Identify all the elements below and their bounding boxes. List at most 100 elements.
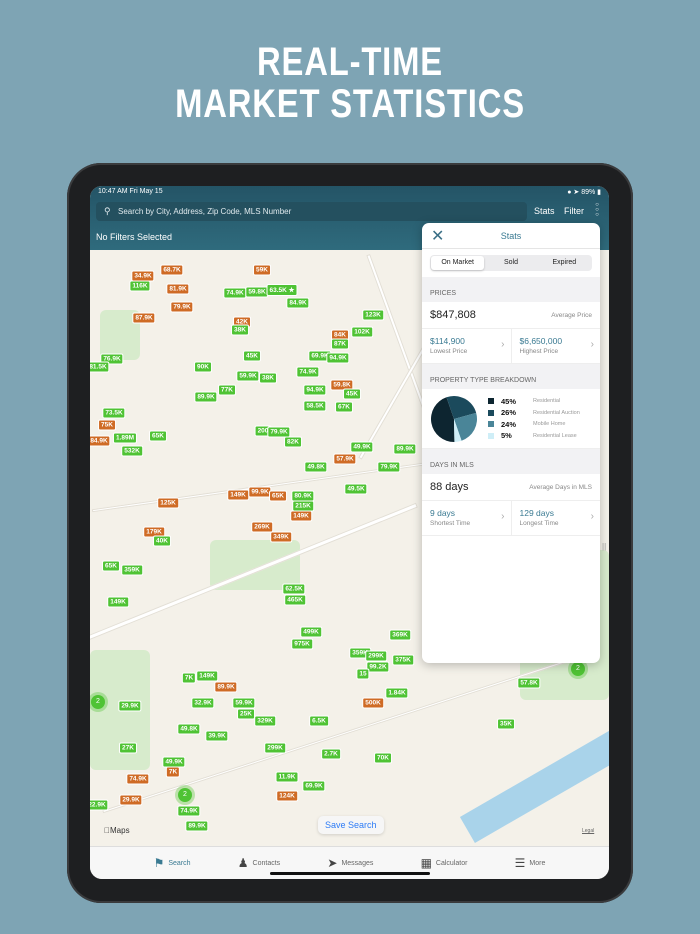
- listing-price-marker[interactable]: 73.5K: [102, 407, 126, 419]
- listing-price-marker[interactable]: 349K: [270, 531, 292, 543]
- listing-price-marker[interactable]: 89.9K: [214, 681, 238, 693]
- listing-price-marker[interactable]: 59.9K: [236, 370, 260, 382]
- listing-price-marker[interactable]: 465K: [284, 594, 306, 606]
- listing-price-marker[interactable]: 87.9K: [132, 312, 156, 324]
- listing-price-marker[interactable]: 89.9K: [185, 820, 209, 832]
- listing-price-marker[interactable]: 49.5K: [344, 483, 368, 495]
- listing-price-marker[interactable]: 49.9K: [350, 441, 374, 453]
- listing-price-marker[interactable]: 81.9K: [166, 283, 190, 295]
- listing-price-marker[interactable]: 975K: [291, 638, 313, 650]
- listing-price-marker[interactable]: 359K: [121, 564, 143, 576]
- listing-price-marker[interactable]: 6.5K: [309, 715, 329, 727]
- legal-link[interactable]: Legal: [582, 828, 594, 834]
- more-options-icon[interactable]: ○ ○ ○: [594, 202, 600, 218]
- listing-price-marker[interactable]: 7K: [165, 766, 181, 778]
- listing-price-marker[interactable]: 49.8K: [177, 723, 201, 735]
- listing-price-marker[interactable]: 74.9K: [223, 287, 247, 299]
- shortest-time-cell[interactable]: 9 days Shortest Time ›: [422, 501, 511, 535]
- listing-price-marker[interactable]: 116K: [129, 280, 151, 292]
- listing-price-marker[interactable]: 84.9K: [286, 297, 310, 309]
- listing-price-marker[interactable]: 149K: [290, 510, 312, 522]
- listing-price-marker[interactable]: 69.9K: [302, 780, 326, 792]
- listing-price-marker[interactable]: 65K: [269, 490, 287, 502]
- listing-price-marker[interactable]: 32.9K: [191, 697, 215, 709]
- listing-price-marker[interactable]: 94.9K: [303, 384, 327, 396]
- listing-price-marker[interactable]: 67K: [335, 401, 353, 413]
- listing-price-marker[interactable]: 65K: [149, 430, 167, 442]
- tab-calculator[interactable]: ▦ Calculator: [421, 856, 468, 870]
- listing-price-marker[interactable]: 59.8K: [245, 286, 269, 298]
- listing-price-marker[interactable]: 1.89M: [112, 432, 138, 444]
- highest-price-cell[interactable]: $6,650,000 Highest Price ›: [510, 329, 601, 363]
- listing-price-marker[interactable]: 99.2K: [366, 661, 390, 673]
- listing-price-marker[interactable]: 62.5K: [282, 583, 306, 595]
- split-view-handle[interactable]: ||: [602, 542, 606, 551]
- listing-price-marker[interactable]: 375K: [392, 654, 414, 666]
- listing-price-marker[interactable]: 15: [356, 668, 370, 680]
- listing-price-marker[interactable]: 38K: [231, 324, 249, 336]
- listing-price-marker[interactable]: 79.9K: [377, 461, 401, 473]
- filter-button[interactable]: Filter: [564, 206, 584, 216]
- listing-price-marker[interactable]: 1.84K: [385, 687, 409, 699]
- listing-price-marker[interactable]: 45K: [243, 350, 261, 362]
- segment-expired[interactable]: Expired: [538, 256, 591, 270]
- listing-price-marker[interactable]: 79.9K: [170, 301, 194, 313]
- listing-price-marker[interactable]: 89.9K: [194, 391, 218, 403]
- listing-price-marker[interactable]: 75K: [98, 419, 116, 431]
- listing-price-marker[interactable]: 57.8K: [517, 677, 541, 689]
- listing-price-marker[interactable]: 7K: [181, 672, 197, 684]
- search-input[interactable]: ⚲ Search by City, Address, Zip Code, MLS…: [96, 202, 527, 221]
- tab-more[interactable]: ☰ More: [515, 856, 546, 870]
- listing-price-marker[interactable]: 500K: [362, 697, 384, 709]
- listing-price-marker[interactable]: 74.9K: [126, 773, 150, 785]
- listing-price-marker[interactable]: 81.5K: [90, 361, 110, 373]
- lowest-price-cell[interactable]: $114,900 Lowest Price ›: [422, 329, 511, 363]
- listing-price-marker[interactable]: 11.9K: [275, 771, 299, 783]
- tab-contacts[interactable]: ♟ Contacts: [238, 856, 280, 870]
- listing-price-marker[interactable]: 59.9K: [232, 697, 256, 709]
- listing-price-marker[interactable]: 89.9K: [393, 443, 417, 455]
- listing-price-marker[interactable]: 87K: [331, 338, 349, 350]
- listing-price-marker[interactable]: 299K: [264, 742, 286, 754]
- listing-price-marker[interactable]: 532K: [121, 445, 143, 457]
- listing-price-marker[interactable]: 35K: [497, 718, 515, 730]
- listing-price-marker[interactable]: 59K: [253, 264, 271, 276]
- listing-price-marker[interactable]: 74.9K: [296, 366, 320, 378]
- listing-price-marker[interactable]: 124K: [276, 790, 298, 802]
- listing-price-marker[interactable]: 84.9K: [90, 435, 111, 447]
- listing-price-marker[interactable]: 40K: [153, 535, 171, 547]
- listing-price-marker[interactable]: 25K: [237, 708, 255, 720]
- listing-price-marker[interactable]: 27K: [119, 742, 137, 754]
- listing-price-marker[interactable]: 329K: [254, 715, 276, 727]
- listing-price-marker[interactable]: 29.9K: [119, 794, 143, 806]
- save-search-button[interactable]: Save Search: [318, 816, 384, 834]
- segment-sold[interactable]: Sold: [484, 256, 537, 270]
- listing-price-marker[interactable]: 38K: [259, 372, 277, 384]
- listing-price-marker[interactable]: 49.8K: [304, 461, 328, 473]
- listing-price-marker[interactable]: 123K: [362, 309, 384, 321]
- listing-price-marker[interactable]: 74.9K: [177, 805, 201, 817]
- listing-price-marker[interactable]: 90K: [194, 361, 212, 373]
- listing-cluster-marker[interactable]: 2: [178, 788, 192, 802]
- listing-price-marker[interactable]: 94.9K: [326, 352, 350, 364]
- listing-price-marker[interactable]: 22.9K: [90, 799, 109, 811]
- listing-price-marker[interactable]: 269K: [251, 521, 273, 533]
- listing-price-marker[interactable]: 82K: [284, 436, 302, 448]
- listing-cluster-marker[interactable]: 2: [571, 662, 585, 676]
- listing-cluster-marker[interactable]: 2: [91, 695, 105, 709]
- listing-price-marker[interactable]: 29.9K: [118, 700, 142, 712]
- listing-price-marker[interactable]: 63.5K ★: [266, 284, 298, 296]
- listing-price-marker[interactable]: 2.7K: [321, 748, 341, 760]
- listing-price-marker[interactable]: 149K: [196, 670, 218, 682]
- listing-price-marker[interactable]: 57.9K: [333, 453, 357, 465]
- longest-time-cell[interactable]: 129 days Longest Time ›: [510, 501, 601, 535]
- segment-on-market[interactable]: On Market: [431, 256, 485, 270]
- tab-messages[interactable]: ➤ Messages: [327, 856, 373, 870]
- listing-price-marker[interactable]: 125K: [157, 497, 179, 509]
- listing-price-marker[interactable]: 58.5K: [303, 400, 327, 412]
- listing-price-marker[interactable]: 39.9K: [205, 730, 229, 742]
- listing-price-marker[interactable]: 102K: [351, 326, 373, 338]
- listing-price-marker[interactable]: 45K: [343, 388, 361, 400]
- listing-price-marker[interactable]: 149K: [107, 596, 129, 608]
- listing-price-marker[interactable]: 299K: [365, 650, 387, 662]
